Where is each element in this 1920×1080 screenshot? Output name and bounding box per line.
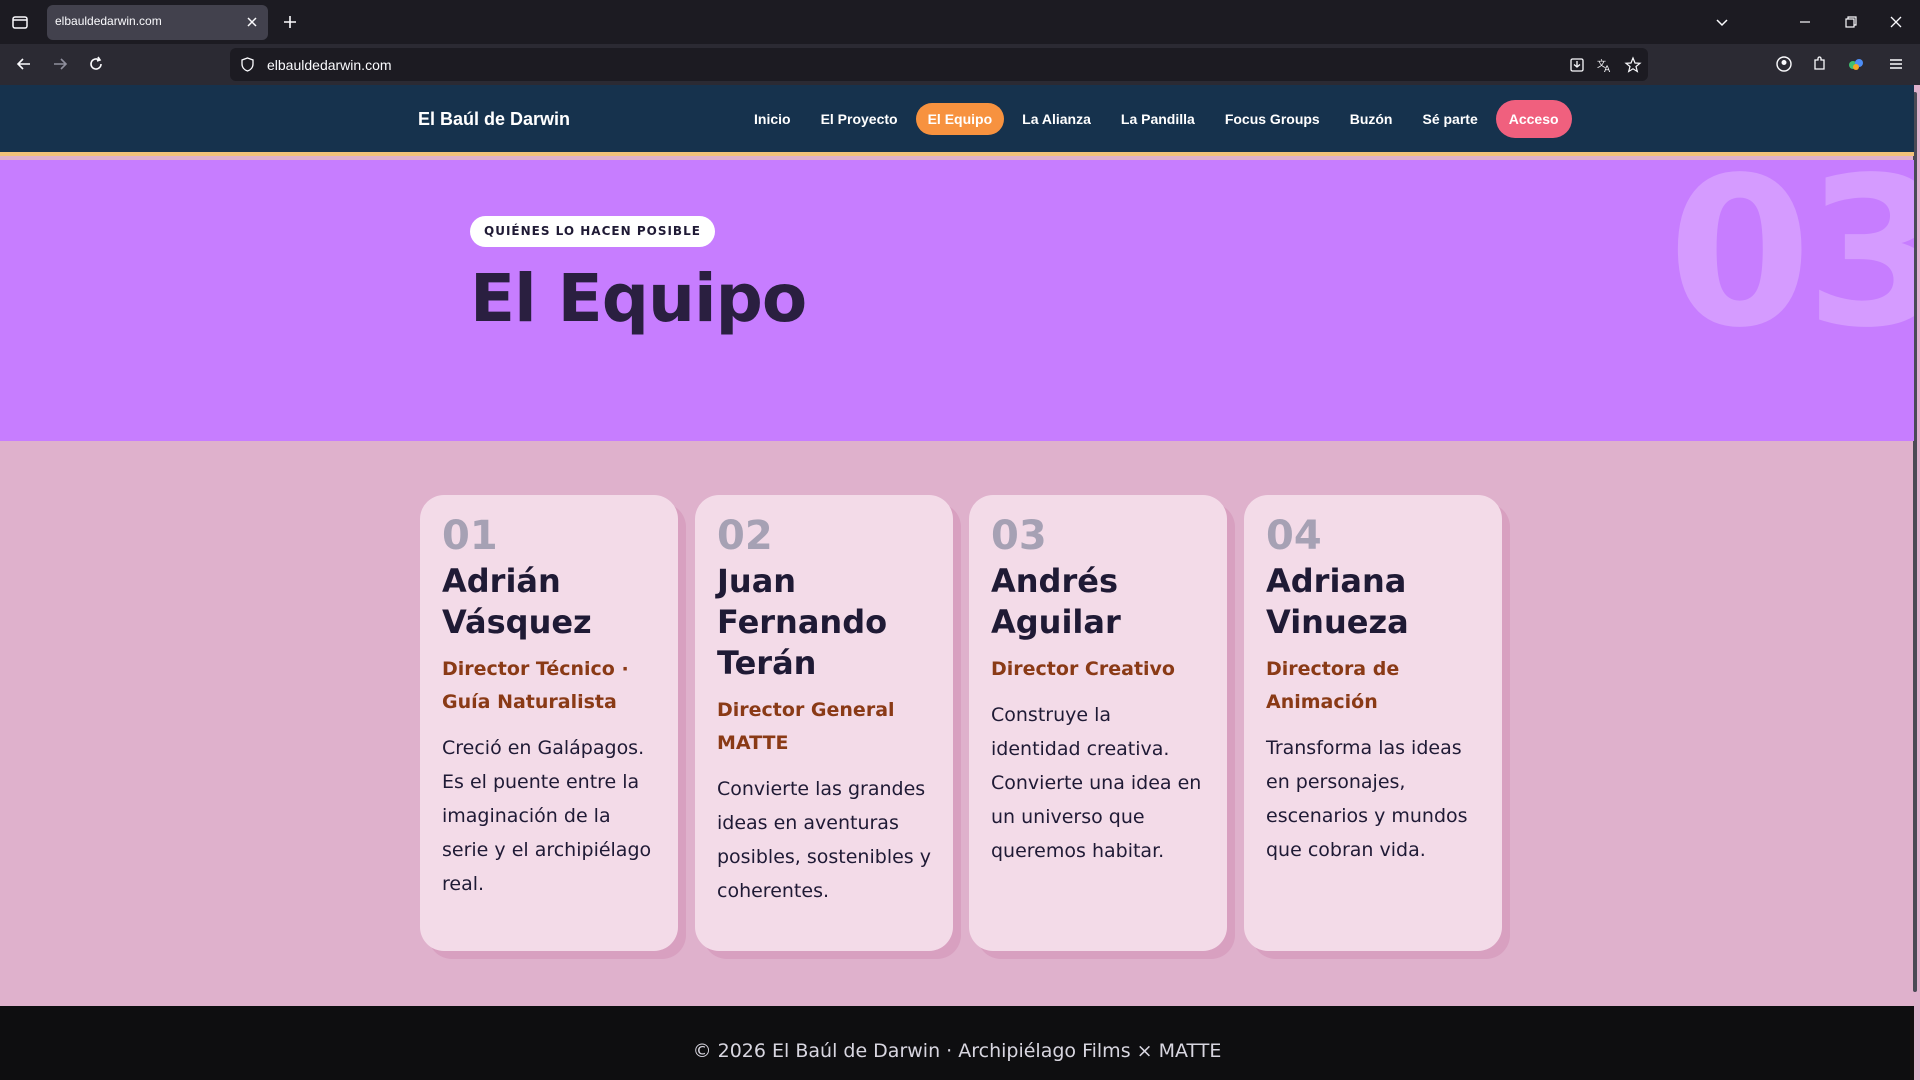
member-name: Adriana Vinueza [1266, 562, 1409, 641]
extensions-icon[interactable] [1810, 54, 1830, 74]
member-role: Directora de Animación [1266, 658, 1400, 713]
site-brand[interactable]: El Baúl de Darwin [418, 109, 570, 130]
member-bio: Construye la identidad creativa. Convier… [991, 704, 1202, 862]
save-page-icon[interactable] [1568, 56, 1586, 74]
nav-item-el-proyecto[interactable]: El Proyecto [809, 103, 910, 135]
member-name: Andrés Aguilar [991, 562, 1121, 641]
close-tab-icon[interactable] [244, 14, 260, 30]
nav-item-focus-groups[interactable]: Focus Groups [1213, 103, 1332, 135]
browser-tab[interactable]: elbauldedarwin.com [47, 5, 268, 40]
page-title: El Equipo [470, 260, 807, 337]
member-name: Juan Fernando Terán [717, 562, 888, 682]
member-bio: Transforma las ideas en personajes, esce… [1266, 737, 1468, 861]
member-role: Director General MATTE [717, 699, 895, 754]
bookmark-star-icon[interactable] [1624, 56, 1642, 74]
browser-tab-bar: elbauldedarwin.com [0, 0, 1920, 44]
tab-list-icon[interactable] [10, 12, 30, 32]
team-card: 03 Andrés Aguilar Director Creativo Cons… [969, 495, 1227, 951]
team-card: 01 Adrián Vásquez Director Técnico · Guí… [420, 495, 678, 951]
tab-title: elbauldedarwin.com [55, 14, 162, 28]
back-arrow-icon[interactable] [14, 54, 34, 74]
account-icon[interactable] [1774, 54, 1794, 74]
shield-icon[interactable] [239, 56, 256, 73]
hero-section: QUIÉNES LO HACEN POSIBLE El Equipo 03 [0, 160, 1914, 441]
url-text[interactable]: elbauldedarwin.com [267, 57, 392, 73]
address-bar[interactable]: elbauldedarwin.com 文A [230, 48, 1648, 81]
nav-item-la-alianza[interactable]: La Alianza [1010, 103, 1103, 135]
section-number: 03 [1668, 160, 1914, 373]
chevron-down-icon[interactable] [1712, 12, 1732, 32]
footer-copyright: © 2026 El Baúl de Darwin · Archipiélago … [692, 1040, 1222, 1062]
member-bio: Creció en Galápagos. Es el puente entre … [442, 737, 652, 895]
nav-item-se-parte[interactable]: Sé parte [1410, 103, 1489, 135]
login-button[interactable]: Acceso [1495, 100, 1572, 138]
site-footer: © 2026 El Baúl de Darwin · Archipiélago … [0, 1006, 1914, 1080]
main-nav: Inicio El Proyecto El Equipo La Alianza … [742, 100, 1572, 138]
close-window-icon[interactable] [1886, 12, 1906, 32]
section-eyebrow: QUIÉNES LO HACEN POSIBLE [470, 216, 715, 247]
card-number: 04 [1266, 513, 1322, 559]
card-number: 03 [991, 513, 1047, 559]
team-card: 02 Juan Fernando Terán Director General … [695, 495, 953, 951]
browser-toolbar: elbauldedarwin.com 文A [0, 44, 1920, 85]
reload-icon[interactable] [86, 54, 106, 74]
member-bio: Convierte las grandes ideas en aventuras… [717, 778, 931, 902]
team-card: 04 Adriana Vinueza Directora de Animació… [1244, 495, 1502, 951]
svg-text:A: A [1604, 65, 1611, 74]
extension-color-icon[interactable] [1846, 54, 1866, 74]
nav-item-el-equipo[interactable]: El Equipo [915, 103, 1005, 135]
member-role: Director Técnico · Guía Naturalista [442, 658, 629, 713]
translate-icon[interactable]: 文A [1596, 56, 1614, 75]
restore-icon[interactable] [1841, 12, 1861, 32]
nav-item-buzon[interactable]: Buzón [1338, 103, 1405, 135]
menu-hamburger-icon[interactable] [1886, 54, 1906, 74]
minimize-icon[interactable] [1795, 12, 1815, 32]
card-number: 02 [717, 513, 773, 559]
nav-item-inicio[interactable]: Inicio [742, 103, 803, 135]
card-number: 01 [442, 513, 498, 559]
new-tab-icon[interactable] [281, 13, 299, 31]
team-section: 01 Adrián Vásquez Director Técnico · Guí… [0, 441, 1914, 1006]
member-name: Adrián Vásquez [442, 562, 592, 641]
forward-arrow-icon[interactable] [50, 54, 70, 74]
member-role: Director Creativo [991, 658, 1175, 680]
nav-item-la-pandilla[interactable]: La Pandilla [1109, 103, 1207, 135]
site-header: El Baúl de Darwin Inicio El Proyecto El … [0, 85, 1914, 156]
